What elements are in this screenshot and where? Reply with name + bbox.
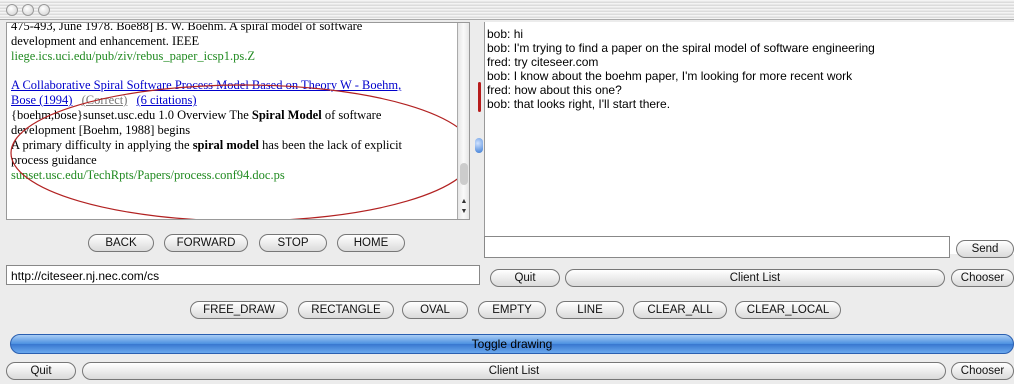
annotation-ellipse	[10, 84, 459, 219]
forward-button[interactable]: FORWARD	[164, 234, 248, 252]
chat-client-list[interactable]: Client List	[565, 269, 945, 287]
home-button[interactable]: HOME	[337, 234, 405, 252]
window-titlebar	[0, 0, 1014, 20]
url-field[interactable]: http://citeseer.nj.nec.com/cs	[6, 265, 480, 285]
chat-message-input[interactable]	[484, 236, 950, 258]
back-button[interactable]: BACK	[88, 234, 154, 252]
chat-transcript: bob: hi bob: I'm trying to find a paper …	[484, 22, 1014, 254]
url-text: http://citeseer.nj.nec.com/cs	[11, 269, 160, 283]
chat-message: bob: that looks right, I'll start there.	[487, 97, 671, 111]
toggle-drawing-button[interactable]: Toggle drawing	[10, 334, 1014, 354]
chat-message: bob: I'm trying to find a paper on the s…	[487, 41, 875, 55]
chat-quit-button[interactable]: Quit	[490, 269, 560, 287]
browser-scrollbar[interactable]: ▲ ▼	[457, 23, 469, 219]
minimize-window-button[interactable]	[22, 4, 34, 16]
clear-all-button[interactable]: CLEAR_ALL	[633, 301, 727, 319]
scroll-down-arrow-icon[interactable]: ▼	[458, 207, 469, 216]
chat-chooser-button[interactable]: Chooser	[951, 269, 1014, 287]
empty-button[interactable]: EMPTY	[478, 301, 546, 319]
oval-button[interactable]: OVAL	[402, 301, 468, 319]
footer-quit-button[interactable]: Quit	[6, 362, 76, 380]
rectangle-button[interactable]: RECTANGLE	[298, 301, 394, 319]
footer-chooser-button[interactable]: Chooser	[951, 362, 1014, 380]
close-window-button[interactable]	[6, 4, 18, 16]
chat-message: fred: try citeseer.com	[487, 55, 599, 69]
footer-client-list[interactable]: Client List	[82, 362, 946, 380]
free-draw-button[interactable]: FREE_DRAW	[190, 301, 288, 319]
divider-knob[interactable]	[475, 138, 483, 153]
zoom-window-button[interactable]	[38, 4, 50, 16]
scroll-up-arrow-icon[interactable]: ▲	[458, 197, 469, 206]
stop-button[interactable]: STOP	[259, 234, 327, 252]
send-button[interactable]: Send	[956, 240, 1014, 258]
browser-view[interactable]: 475-493, June 1978. Boe88] B. W. Boehm. …	[6, 22, 470, 220]
clear-local-button[interactable]: CLEAR_LOCAL	[735, 301, 841, 319]
chat-message: bob: I know about the boehm paper, I'm l…	[487, 69, 853, 83]
chat-message: fred: how about this one?	[487, 83, 622, 97]
divider-grip[interactable]	[478, 82, 481, 112]
chat-message: bob: hi	[487, 27, 524, 41]
line-button[interactable]: LINE	[556, 301, 624, 319]
scrollbar-thumb[interactable]	[460, 163, 468, 185]
